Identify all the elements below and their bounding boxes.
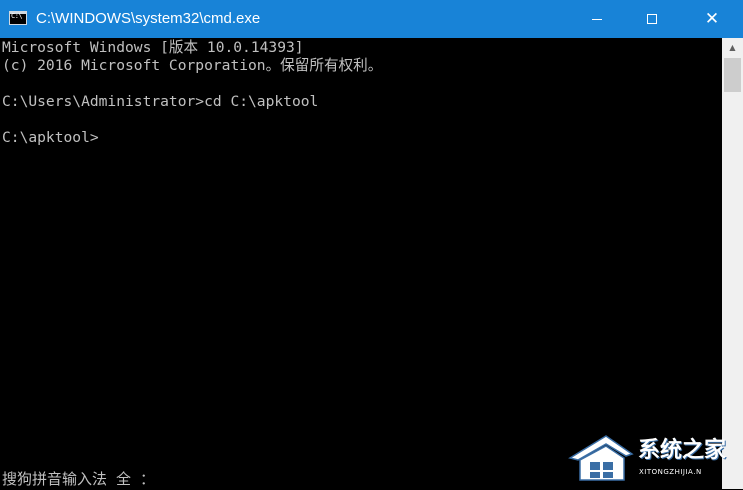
title-bar[interactable]: C:\ C:\WINDOWS\system32\cmd.exe ✕: [0, 0, 743, 38]
console-output[interactable]: Microsoft Windows [版本 10.0.14393] (c) 20…: [0, 38, 722, 489]
window-title: C:\WINDOWS\system32\cmd.exe: [36, 10, 261, 27]
house-logo-icon: [568, 435, 634, 481]
console-line: C:\Users\Administrator>cd C:\apktool: [2, 93, 319, 110]
console-line: Microsoft Windows [版本 10.0.14393]: [2, 39, 304, 56]
vertical-scrollbar[interactable]: ▲: [722, 38, 743, 489]
scroll-thumb[interactable]: [724, 58, 741, 92]
console-line: (c) 2016 Microsoft Corporation。保留所有权利。: [2, 57, 383, 74]
watermark-subtitle: XITONGZHIJIA.N: [639, 468, 702, 476]
console-prompt: C:\apktool>: [2, 129, 99, 146]
watermark-title: 系统之家: [638, 438, 727, 463]
minimize-button[interactable]: [574, 0, 620, 38]
close-icon: ✕: [704, 8, 720, 29]
maximize-button[interactable]: [629, 0, 675, 38]
watermark: 系统之家 XITONGZHIJIA.N: [566, 428, 741, 488]
cmd-icon[interactable]: C:\: [9, 11, 27, 25]
cmd-icon-label: C:\: [11, 12, 23, 20]
scroll-up-button[interactable]: ▲: [722, 38, 743, 56]
minimize-icon: [592, 18, 602, 20]
scroll-up-icon: ▲: [729, 42, 736, 52]
ime-status-bar: 搜狗拼音输入法 全 ：: [2, 470, 156, 488]
maximize-icon: [647, 14, 657, 24]
close-button[interactable]: ✕: [689, 0, 735, 38]
